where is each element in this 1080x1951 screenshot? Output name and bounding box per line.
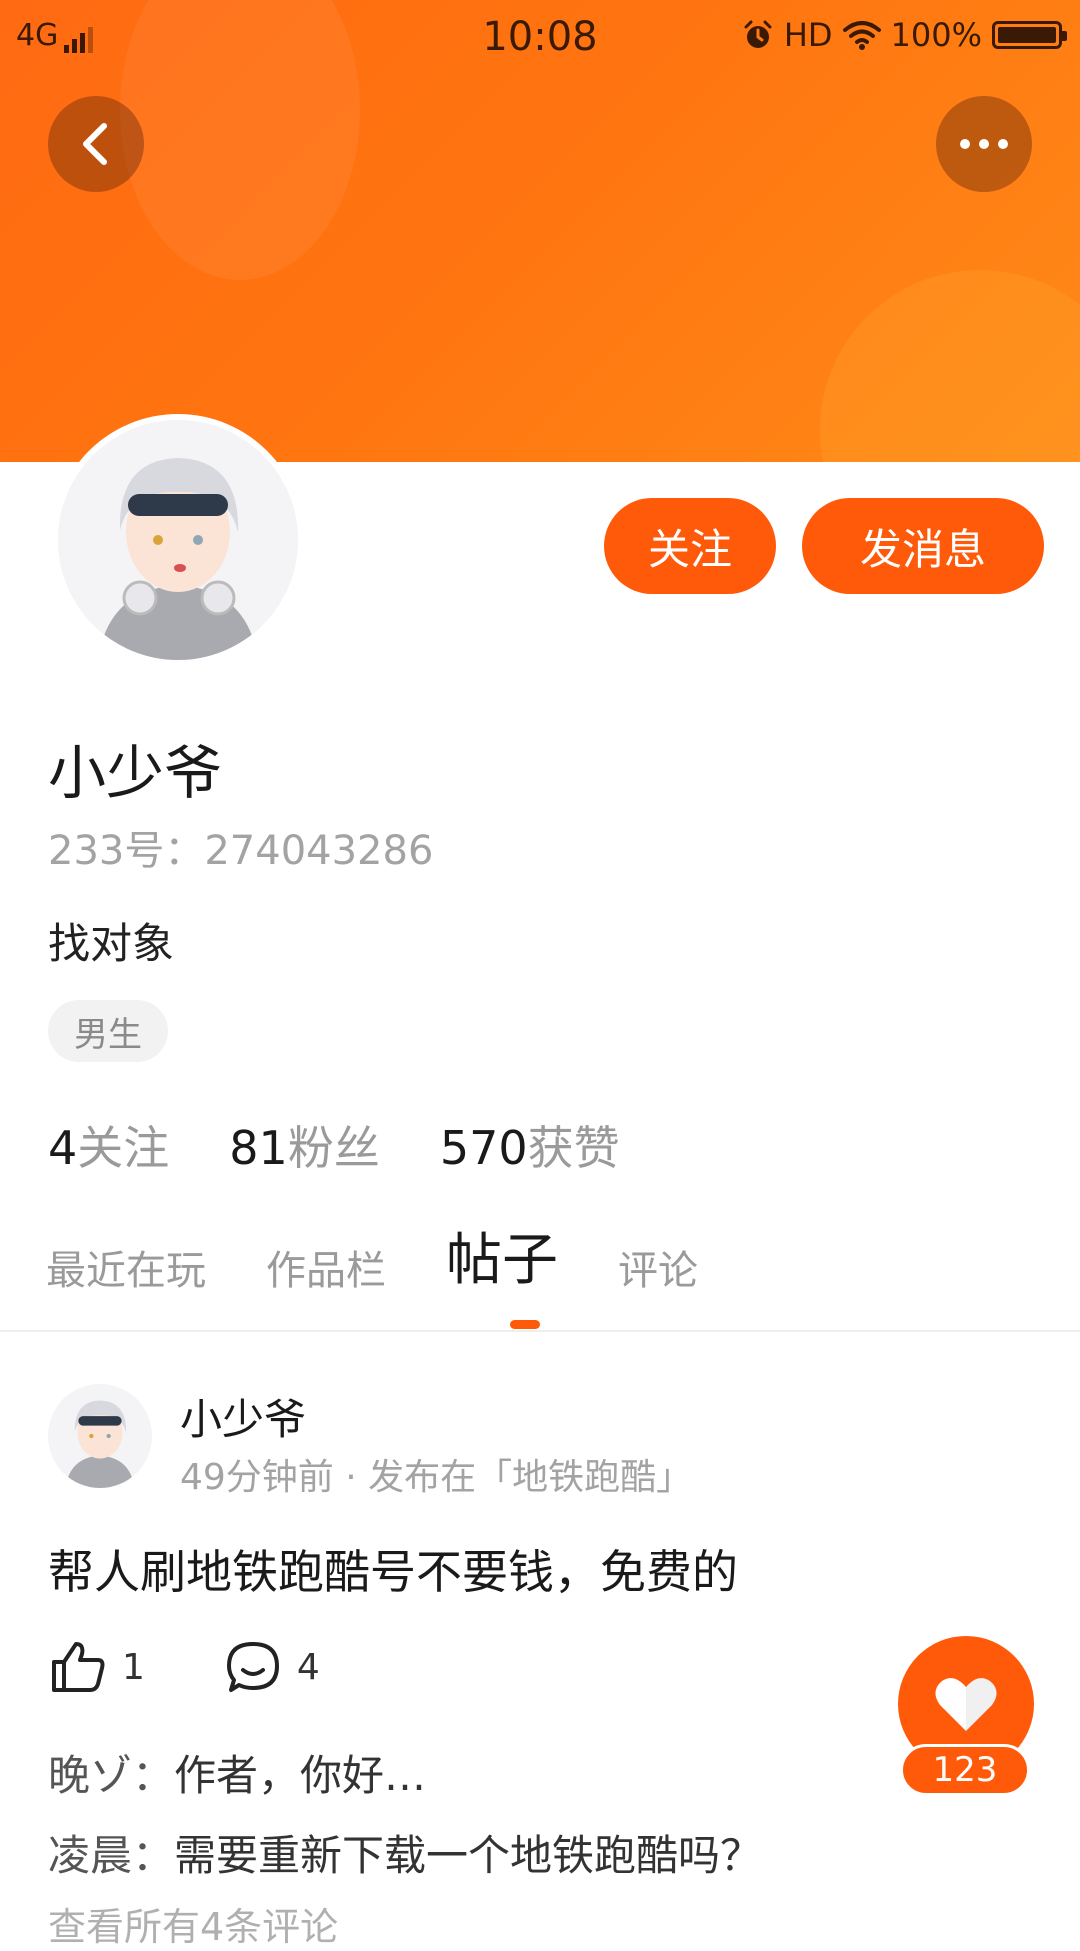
- tab-divider: [0, 1330, 1080, 1332]
- back-icon: [83, 123, 107, 165]
- battery-percent: 100%: [890, 16, 982, 54]
- stat-value: 570: [439, 1121, 528, 1175]
- stat-value: 81: [229, 1121, 288, 1175]
- comment-preview[interactable]: 凌晨：需要重新下载一个地铁跑酷吗？: [48, 1822, 762, 1883]
- heart-count-badge: 123: [900, 1744, 1030, 1796]
- like-button[interactable]: 1: [50, 1640, 145, 1694]
- stat-following[interactable]: 4关注: [48, 1112, 169, 1178]
- tab-comments[interactable]: 评论: [618, 1238, 698, 1296]
- heart-icon: [935, 1678, 997, 1731]
- view-all-comments-link[interactable]: 查看所有4条评论: [48, 1896, 338, 1951]
- like-count: 1: [122, 1646, 145, 1688]
- hd-label: HD: [783, 16, 833, 54]
- tab-recent-played[interactable]: 最近在玩: [46, 1238, 206, 1296]
- battery-icon: [992, 21, 1067, 49]
- post-author-avatar[interactable]: [48, 1384, 152, 1488]
- comment-text: 需要重新下载一个地铁跑酷吗？: [174, 1831, 763, 1880]
- profile-tabs: 最近在玩 作品栏 帖子 评论: [46, 1226, 698, 1296]
- profile-stats: 4关注 81粉丝 570获赞: [48, 1112, 620, 1178]
- status-bar: 4G 10:08 HD 100%: [0, 0, 1080, 72]
- back-button[interactable]: [48, 96, 144, 192]
- stat-label: 获赞: [527, 1121, 620, 1175]
- more-icon: [960, 139, 1008, 149]
- wifi-icon: [842, 21, 881, 50]
- alarm-icon: [744, 20, 772, 48]
- send-message-button[interactable]: 发消息: [802, 498, 1044, 594]
- profile-uid: 233号：274043286: [48, 828, 434, 874]
- stat-label: 粉丝: [287, 1121, 380, 1175]
- comment-author: 凌晨：: [48, 1831, 175, 1880]
- profile-bio: 找对象: [48, 919, 175, 968]
- follow-button[interactable]: 关注: [604, 498, 776, 594]
- post-author-name[interactable]: 小少爷: [180, 1386, 306, 1447]
- comment-icon: [226, 1642, 279, 1692]
- comment-button[interactable]: 4: [225, 1640, 320, 1694]
- like-icon: [52, 1642, 105, 1692]
- stat-label: 关注: [77, 1121, 170, 1175]
- stat-likes[interactable]: 570获赞: [440, 1112, 620, 1178]
- post-meta: 49分钟前 · 发布在「地铁跑酷」: [180, 1457, 693, 1498]
- banner-decoration: [820, 270, 1080, 462]
- comment-author: 晚ゾ：: [48, 1751, 175, 1800]
- tab-posts[interactable]: 帖子: [446, 1215, 558, 1296]
- comment-text: 作者，你好…: [174, 1751, 427, 1800]
- gender-tag: 男生: [48, 1000, 168, 1062]
- profile-avatar[interactable]: [52, 414, 304, 666]
- active-tab-indicator: [510, 1320, 540, 1329]
- status-icons: HD 100%: [742, 16, 1067, 54]
- stat-value: 4: [48, 1121, 78, 1175]
- post-actions: 1 4: [50, 1640, 380, 1694]
- more-button[interactable]: [936, 96, 1032, 192]
- avatar-illustration: [48, 1384, 152, 1488]
- post-content[interactable]: 帮人刷地铁跑酷号不要钱，免费的: [48, 1536, 738, 1602]
- avatar-illustration: [58, 420, 298, 660]
- tab-works[interactable]: 作品栏: [266, 1238, 386, 1296]
- profile-name: 小少爷: [48, 739, 223, 807]
- comment-count: 4: [296, 1646, 320, 1688]
- comment-preview[interactable]: 晚ゾ：作者，你好…: [48, 1742, 426, 1803]
- stat-fans[interactable]: 81粉丝: [229, 1112, 380, 1178]
